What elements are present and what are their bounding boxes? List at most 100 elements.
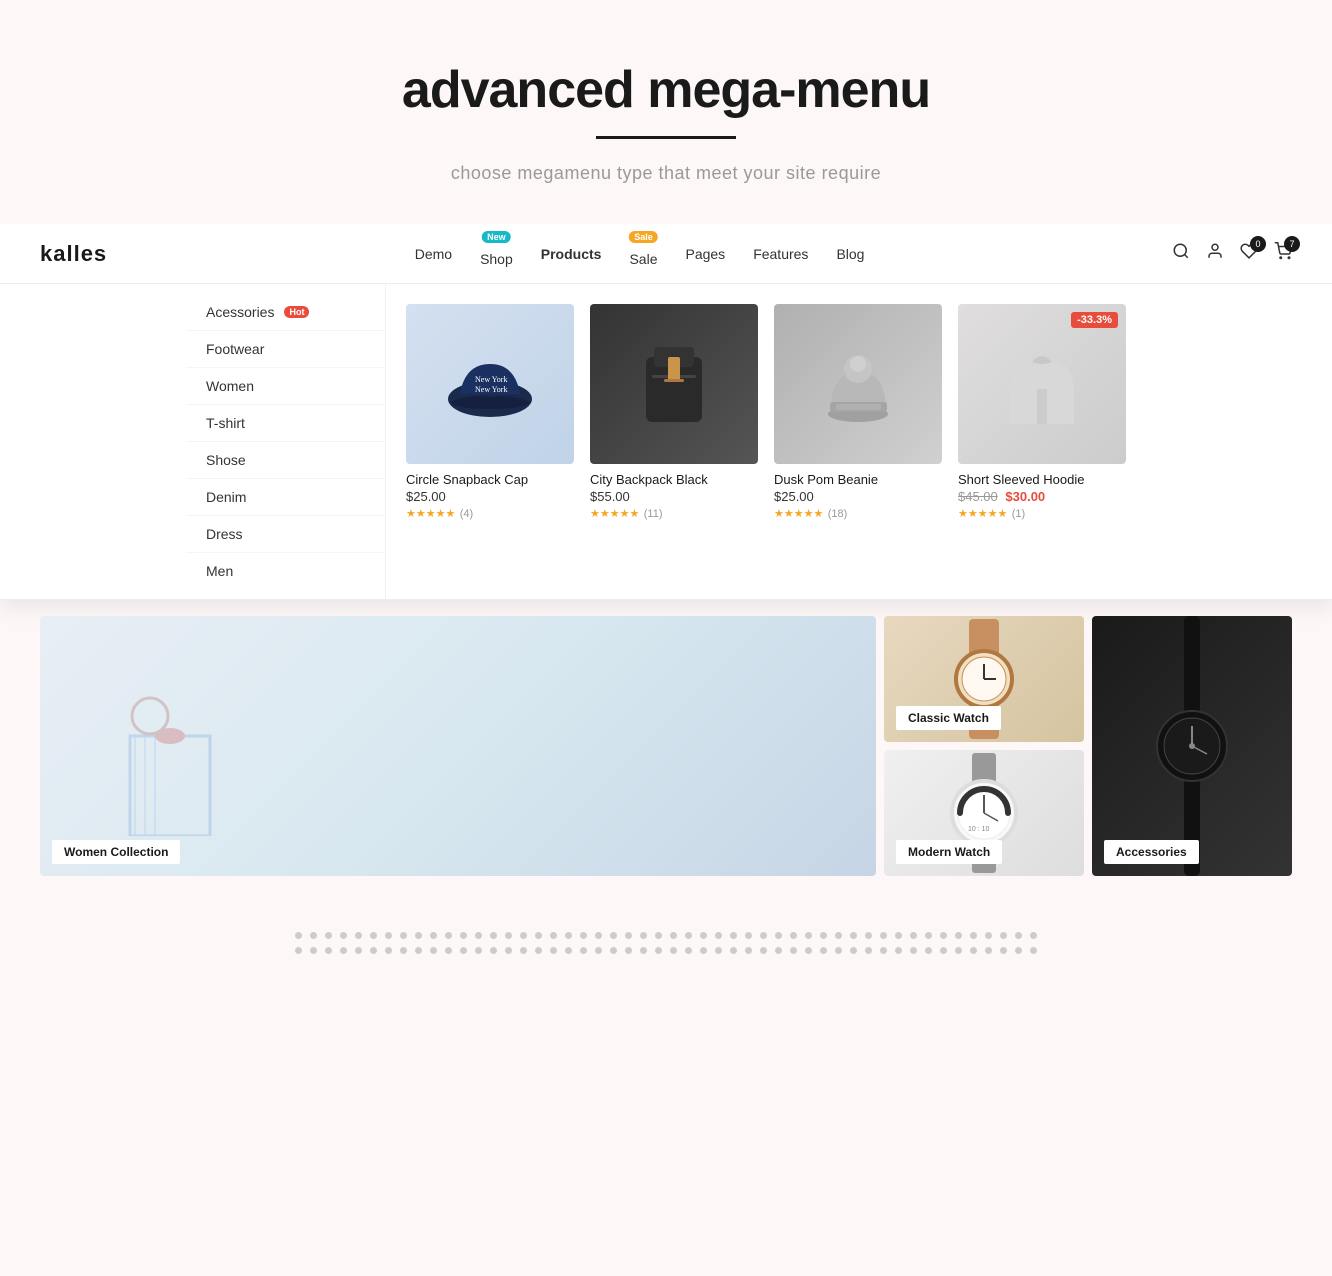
dot	[760, 947, 767, 954]
dot	[670, 932, 677, 939]
dots-section	[0, 892, 1332, 1014]
dot	[355, 932, 362, 939]
dot	[385, 947, 392, 954]
cart-count: 7	[1284, 236, 1300, 252]
wishlist-icon[interactable]: 0	[1240, 242, 1258, 265]
nav-item-demo[interactable]: Demo	[415, 246, 452, 262]
dot	[925, 932, 932, 939]
dot	[400, 947, 407, 954]
dot	[535, 947, 542, 954]
dot	[700, 947, 707, 954]
promo-modern-watch-label: Modern Watch	[896, 840, 1002, 864]
dot	[865, 947, 872, 954]
product-sale-price: $30.00	[1005, 489, 1045, 504]
product-card-hoodie[interactable]: -33.3% Short Sleeved Hoodie $45.00 $30.0…	[958, 304, 1126, 579]
product-price-beanie: $25.00	[774, 489, 942, 504]
accessories-svg	[1092, 616, 1292, 876]
dot	[520, 932, 527, 939]
dot	[730, 932, 737, 939]
sidebar-item-denim[interactable]: Denim	[186, 479, 385, 516]
sidebar-badge-hot: Hot	[284, 306, 309, 318]
dot	[400, 932, 407, 939]
dot	[490, 947, 497, 954]
sidebar-label-denim: Denim	[206, 489, 246, 505]
dot	[430, 947, 437, 954]
dot	[430, 932, 437, 939]
sidebar-label-women: Women	[206, 378, 254, 394]
product-image-backpack	[590, 304, 758, 464]
promo-classic-watch-label: Classic Watch	[896, 706, 1001, 730]
dot	[385, 932, 392, 939]
dot	[670, 947, 677, 954]
nav-item-sale[interactable]: Sale Sale	[629, 241, 657, 267]
navbar-icons: 0 7	[1172, 242, 1292, 265]
product-reviews-cap: (4)	[460, 508, 473, 520]
user-icon[interactable]	[1206, 242, 1224, 265]
sidebar-item-footwear[interactable]: Footwear	[186, 331, 385, 368]
product-card-cap[interactable]: New York New York Circle Snapback Cap $2…	[406, 304, 574, 579]
nav-item-products[interactable]: Products	[541, 246, 602, 262]
nav-item-blog[interactable]: Blog	[836, 246, 864, 262]
dots-row-2	[295, 947, 1037, 954]
sidebar-item-women[interactable]: Women	[186, 368, 385, 405]
dot	[895, 932, 902, 939]
logo[interactable]: kalles	[40, 241, 107, 267]
sidebar-label-dress: Dress	[206, 526, 243, 542]
product-original-price: $45.00	[958, 489, 998, 504]
dot	[895, 947, 902, 954]
search-icon[interactable]	[1172, 242, 1190, 265]
sidebar-item-accessories[interactable]: Acessories Hot	[186, 294, 385, 331]
product-name-cap: Circle Snapback Cap	[406, 472, 574, 487]
product-reviews-backpack: (11)	[644, 508, 663, 520]
sidebar-item-shose[interactable]: Shose	[186, 442, 385, 479]
nav-item-features[interactable]: Features	[753, 246, 808, 262]
product-card-backpack[interactable]: City Backpack Black $55.00 ★★★★★ (11)	[590, 304, 758, 579]
promo-women-collection[interactable]: Women Collection	[40, 616, 876, 876]
dot	[835, 947, 842, 954]
mega-menu-sidebar: Acessories Hot Footwear Women T-shirt Sh…	[186, 284, 386, 599]
dot	[1000, 932, 1007, 939]
promo-women-label: Women Collection	[52, 840, 180, 864]
navbar: kalles Demo New Shop Products Sale Sale …	[0, 224, 1332, 284]
dot	[475, 947, 482, 954]
promo-section: Women Collection Classic Watch	[40, 616, 1292, 876]
product-name-beanie: Dusk Pom Beanie	[774, 472, 942, 487]
dot	[310, 932, 317, 939]
wishlist-count: 0	[1250, 236, 1266, 252]
dot	[610, 947, 617, 954]
nav-item-shop[interactable]: New Shop	[480, 241, 513, 267]
dot	[475, 932, 482, 939]
dot	[685, 947, 692, 954]
dot	[460, 932, 467, 939]
dot	[655, 932, 662, 939]
dot	[985, 947, 992, 954]
sidebar-label-tshirt: T-shirt	[206, 415, 245, 431]
dot	[520, 947, 527, 954]
dot	[775, 947, 782, 954]
dot	[505, 947, 512, 954]
dot	[880, 932, 887, 939]
dot	[970, 947, 977, 954]
promo-classic-watch[interactable]: Classic Watch	[884, 616, 1084, 742]
dot	[760, 932, 767, 939]
nav-item-pages[interactable]: Pages	[685, 246, 725, 262]
beanie-svg	[816, 344, 901, 424]
dot	[325, 947, 332, 954]
dot	[745, 932, 752, 939]
dot	[1015, 947, 1022, 954]
product-stars-cap: ★★★★★ (4)	[406, 504, 574, 522]
product-name-hoodie: Short Sleeved Hoodie	[958, 472, 1126, 487]
svg-text:New York: New York	[475, 385, 507, 394]
dot	[1030, 947, 1037, 954]
dot	[730, 947, 737, 954]
product-card-beanie[interactable]: Dusk Pom Beanie $25.00 ★★★★★ (18)	[774, 304, 942, 579]
promo-accessories[interactable]: Accessories	[1092, 616, 1292, 876]
promo-modern-watch[interactable]: 10 : 10 Modern Watch	[884, 750, 1084, 876]
cart-icon[interactable]: 7	[1274, 242, 1292, 265]
sidebar-item-tshirt[interactable]: T-shirt	[186, 405, 385, 442]
sidebar-item-dress[interactable]: Dress	[186, 516, 385, 553]
dot	[445, 947, 452, 954]
sidebar-item-men[interactable]: Men	[186, 553, 385, 589]
dot	[340, 932, 347, 939]
dot	[415, 932, 422, 939]
